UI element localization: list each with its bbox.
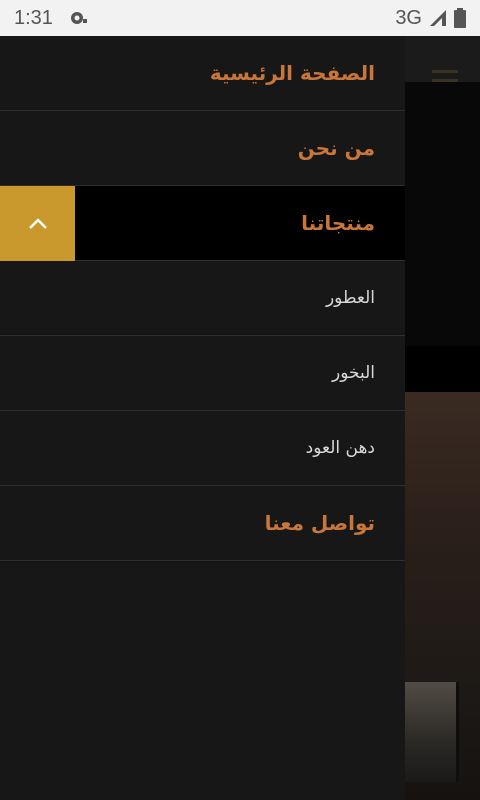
menu-item-label: منتجاتنا [301,211,375,235]
submenu-item-perfumes[interactable]: العطور [0,261,405,336]
status-bar: 1:31 3G [0,0,480,36]
chevron-up-icon [28,217,47,229]
product-image [405,392,480,800]
hero-banner [405,82,480,346]
menu-item-label: العطور [325,288,375,308]
collapse-toggle-button[interactable] [0,186,75,261]
banner-strip [405,346,480,392]
menu-item-home[interactable]: الصفحة الرئيسية [0,36,405,111]
battery-icon [454,8,466,28]
menu-item-label: من نحن [297,136,375,160]
notification-icon [69,9,89,27]
network-type: 3G [395,6,422,29]
navigation-drawer: الصفحة الرئيسية من نحن منتجاتنا العطور ا… [0,36,405,800]
submenu-item-oud-oil[interactable]: دهن العود [0,411,405,486]
menu-item-label: دهن العود [305,438,375,458]
menu-item-label: الصفحة الرئيسية [209,61,375,85]
status-time: 1:31 [14,6,53,29]
menu-item-label: البخور [332,363,375,383]
menu-item-products[interactable]: منتجاتنا [0,186,405,261]
signal-icon [428,8,448,28]
menu-item-contact[interactable]: تواصل معنا [0,486,405,561]
menu-item-label: تواصل معنا [264,511,375,535]
product-object [405,682,459,782]
menu-item-about[interactable]: من نحن [0,111,405,186]
submenu-item-incense[interactable]: البخور [0,336,405,411]
